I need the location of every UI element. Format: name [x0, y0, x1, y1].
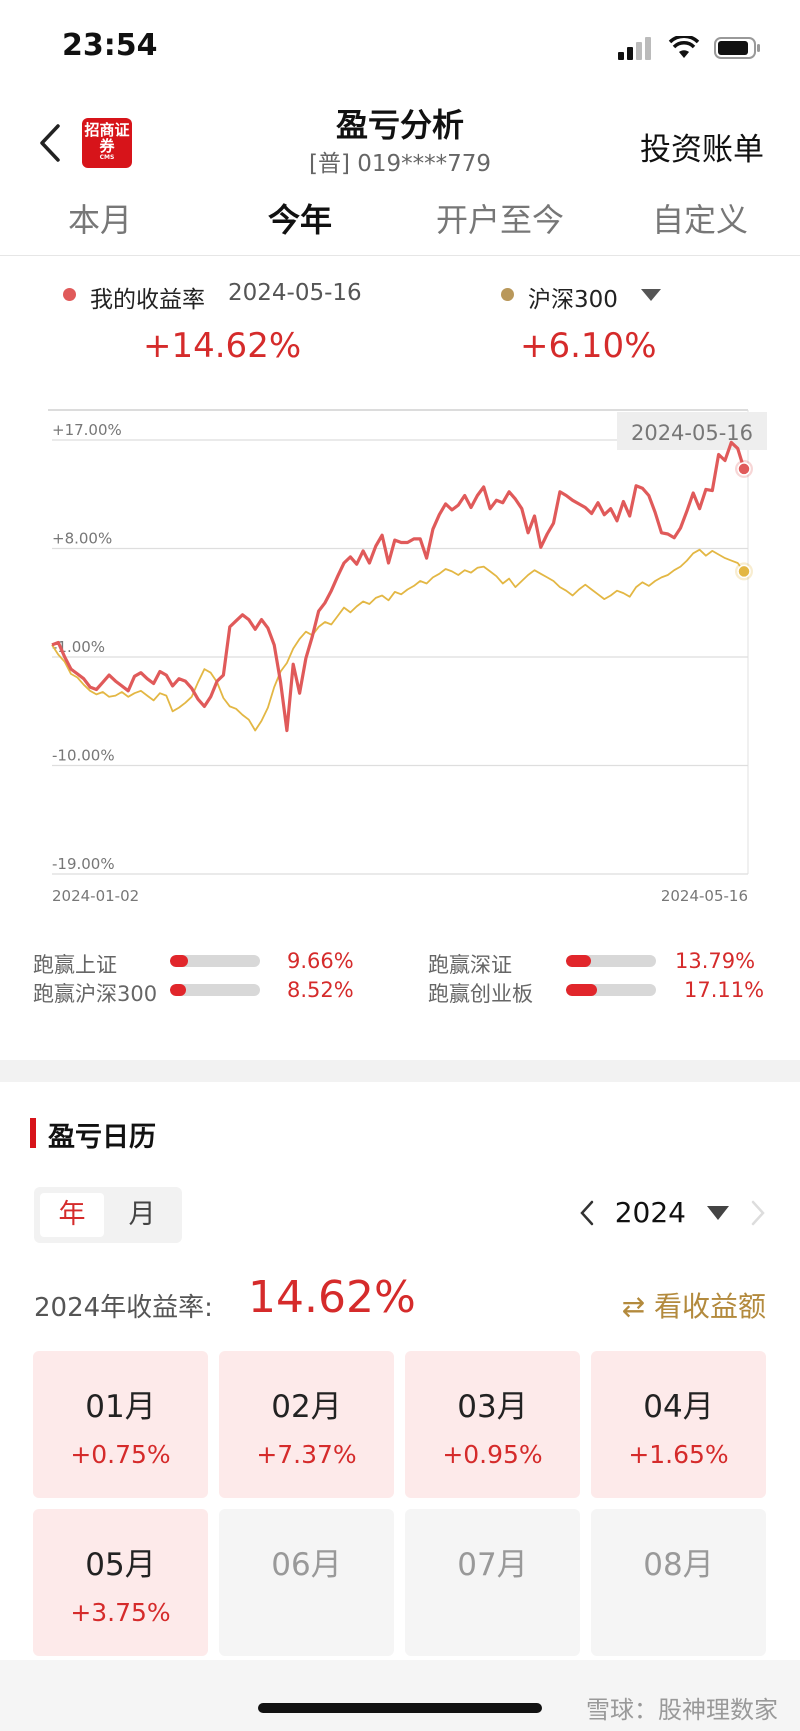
year-return-value: 14.62%	[248, 1272, 416, 1323]
mode-year-button[interactable]: 年	[40, 1193, 104, 1237]
my-return-date: 2024-05-16	[228, 280, 362, 306]
beat-hs300-fill	[170, 984, 187, 996]
y-tick-label: -10.00%	[52, 747, 115, 765]
month-cell-05[interactable]: 05月 +3.75%	[33, 1509, 208, 1656]
month-name: 01月	[85, 1389, 156, 1425]
year-return-label: 2024年收益率:	[34, 1293, 213, 1323]
beat-hs300-value: 8.52%	[287, 978, 354, 1002]
tab-this-year[interactable]: 今年	[200, 196, 400, 255]
tab-since-open[interactable]: 开户至今	[400, 196, 600, 255]
year-dropdown-icon[interactable]	[706, 1205, 730, 1221]
month-name: 05月	[85, 1547, 156, 1583]
month-name: 03月	[457, 1389, 528, 1425]
month-cell-02[interactable]: 02月 +7.37%	[219, 1351, 394, 1498]
month-name: 07月	[457, 1547, 528, 1583]
home-indicator[interactable]	[258, 1703, 542, 1713]
series-hs300	[51, 548, 745, 732]
watermark: 雪球：股神理数家	[586, 1696, 778, 1724]
month-name: 04月	[643, 1389, 714, 1425]
prev-year-icon[interactable]	[579, 1199, 595, 1227]
year-value[interactable]: 2024	[615, 1196, 686, 1229]
beat-sz-label: 跑赢深证	[428, 953, 512, 977]
month-return: +7.37%	[256, 1440, 357, 1469]
benchmark-label[interactable]: 沪深300	[528, 280, 618, 314]
status-time: 23:54	[62, 28, 158, 63]
month-name: 02月	[271, 1389, 342, 1425]
my-return-value: +14.62%	[143, 326, 302, 366]
benchmark-value: +6.10%	[520, 326, 657, 366]
beat-hs300-bar	[170, 984, 260, 996]
section-divider	[0, 1060, 800, 1082]
x-start-label: 2024-01-02	[52, 887, 139, 905]
benchmark-dot	[501, 288, 514, 301]
battery-icon	[714, 37, 760, 59]
return-chart[interactable]: +17.00%+8.00%-1.00%-10.00%-19.00% 2024-0…	[0, 400, 800, 910]
view-amount-link[interactable]: ⇄ 看收益额	[622, 1285, 766, 1325]
month-return: +1.65%	[628, 1440, 729, 1469]
benchmark-dropdown-icon[interactable]	[640, 288, 662, 302]
month-name: 08月	[643, 1547, 714, 1583]
beat-sz-fill	[566, 955, 592, 967]
month-return: +0.75%	[70, 1440, 171, 1469]
status-icons	[618, 36, 762, 60]
tab-custom[interactable]: 自定义	[600, 196, 800, 255]
beat-sz-value: 13.79%	[675, 949, 756, 973]
month-cell-04[interactable]: 04月 +1.65%	[591, 1351, 766, 1498]
month-cell-06: 06月	[219, 1509, 394, 1656]
section-accent-bar	[30, 1118, 36, 1148]
calendar-title: 盈亏日历	[48, 1122, 156, 1153]
my-return-label: 我的收益率	[90, 287, 205, 313]
y-tick-label: -19.00%	[52, 855, 115, 873]
month-cell-01[interactable]: 01月 +0.75%	[33, 1351, 208, 1498]
hs300-end-point	[737, 564, 751, 579]
month-return: +3.75%	[70, 1598, 171, 1627]
year-navigator: 2024	[579, 1196, 766, 1229]
next-year-icon[interactable]	[750, 1199, 766, 1227]
signal-icon	[618, 37, 651, 60]
beat-sh-label: 跑赢上证	[33, 953, 117, 977]
beat-cyb-label: 跑赢创业板	[428, 982, 533, 1006]
beat-hs300-label: 跑赢沪深300	[33, 982, 158, 1006]
series-my-return	[51, 440, 746, 733]
date-tag: 2024-05-16	[631, 421, 753, 445]
calendar-mode-toggle: 年 月	[34, 1187, 182, 1243]
my-return-dot	[63, 288, 76, 301]
tab-this-month[interactable]: 本月	[0, 196, 200, 255]
wifi-icon	[668, 36, 700, 58]
month-name: 06月	[271, 1547, 342, 1583]
month-cell-03[interactable]: 03月 +0.95%	[405, 1351, 580, 1498]
month-cell-07: 07月	[405, 1509, 580, 1656]
investment-bill-link[interactable]: 投资账单	[640, 124, 764, 169]
my-return-end-point	[737, 462, 751, 476]
beat-sh-value: 9.66%	[287, 949, 354, 973]
mode-month-button[interactable]: 月	[110, 1193, 174, 1237]
y-tick-label: +8.00%	[52, 530, 112, 548]
beat-cyb-value: 17.11%	[684, 978, 765, 1002]
x-end-label: 2024-05-16	[661, 887, 748, 905]
month-cell-08: 08月	[591, 1509, 766, 1656]
month-grid: 01月 +0.75% 02月 +7.37% 03月 +0.95% 04月 +1.…	[33, 1351, 767, 1656]
beat-sh-fill	[170, 955, 188, 967]
beat-cyb-bar	[566, 984, 656, 996]
month-return: +0.95%	[442, 1440, 543, 1469]
y-tick-label: +17.00%	[52, 421, 122, 439]
period-tabs: 本月 今年 开户至今 自定义	[0, 196, 800, 256]
beat-sh-bar	[170, 955, 260, 967]
beat-sz-bar	[566, 955, 656, 967]
beat-cyb-fill	[566, 984, 597, 996]
